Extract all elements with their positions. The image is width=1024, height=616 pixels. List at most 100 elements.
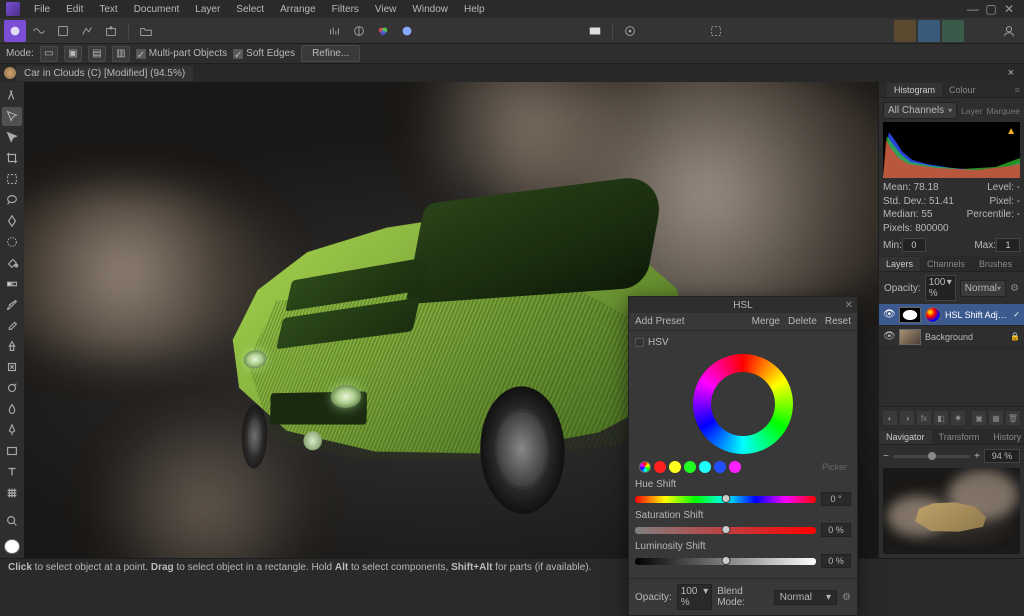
persona-tonemap-icon[interactable] (76, 20, 98, 42)
dodge-tool-icon[interactable] (2, 379, 22, 398)
histogram-layer-toggle[interactable]: Layer (961, 106, 982, 116)
tab-transform[interactable]: Transform (932, 430, 987, 444)
menu-layer[interactable]: Layer (187, 2, 228, 17)
sat-value[interactable]: 0 % (821, 523, 851, 537)
paint-brush-tool-icon[interactable] (2, 295, 22, 314)
tab-brushes[interactable]: Brushes (972, 257, 1019, 271)
visibility-icon[interactable]: 👁 (883, 309, 895, 321)
studio-swap-icon[interactable] (918, 20, 940, 42)
tab-history[interactable]: History (986, 430, 1024, 444)
mesh-tool-icon[interactable] (2, 483, 22, 502)
pen-tool-icon[interactable] (2, 421, 22, 440)
account-icon[interactable] (998, 20, 1020, 42)
hsl-titlebar[interactable]: HSL ✕ (629, 297, 857, 313)
fx-icon[interactable]: fx (917, 411, 931, 425)
inpaint-tool-icon[interactable] (2, 358, 22, 377)
color-wheel[interactable] (693, 354, 793, 454)
blend-ranges-icon[interactable]: ◧ (934, 411, 948, 425)
crop-tool-icon[interactable] (2, 149, 22, 168)
text-tool-icon[interactable] (2, 462, 22, 481)
reset-button[interactable]: Reset (825, 316, 851, 327)
zoom-in-icon[interactable]: + (974, 451, 980, 462)
persona-export-icon[interactable] (100, 20, 122, 42)
autolevels-icon[interactable] (324, 20, 346, 42)
lum-slider[interactable] (635, 558, 816, 565)
tab-navigator[interactable]: Navigator (879, 430, 932, 444)
swatch-blue[interactable] (714, 461, 726, 473)
node-tool-icon[interactable] (2, 128, 22, 147)
swatch-magenta[interactable] (729, 461, 741, 473)
hue-slider[interactable] (635, 496, 816, 503)
add-preset-button[interactable]: Add Preset (635, 316, 684, 327)
sat-slider[interactable] (635, 527, 816, 534)
navigator-preview[interactable] (883, 468, 1020, 554)
layer-mask-thumb[interactable] (899, 307, 921, 323)
layer-row[interactable]: 👁 Background 🔒 (879, 326, 1024, 348)
tab-stock[interactable]: Stock (1019, 257, 1024, 271)
erase-tool-icon[interactable] (2, 316, 22, 335)
mode-intersect-icon[interactable]: ▥ (112, 46, 130, 62)
group-icon[interactable]: ▣ (972, 411, 986, 425)
hsl-opacity-field[interactable]: 100 %▾ (677, 584, 713, 610)
autocontrast-icon[interactable] (348, 20, 370, 42)
refine-button[interactable]: Refine... (301, 45, 360, 62)
brush-select-tool-icon[interactable] (2, 232, 22, 251)
menu-arrange[interactable]: Arrange (272, 2, 324, 17)
multipart-checkbox[interactable]: ✓Multi-part Objects (136, 48, 227, 59)
tab-layers[interactable]: Layers (879, 257, 920, 271)
blend-dropdown[interactable]: Normal (960, 280, 1006, 297)
tab-channels[interactable]: Channels (920, 257, 972, 271)
adjustment-icon[interactable]: ◑ (900, 411, 914, 425)
menu-text[interactable]: Text (91, 2, 125, 17)
hsl-close-icon[interactable]: ✕ (845, 300, 853, 311)
mode-new-icon[interactable]: ▭ (40, 46, 58, 62)
menu-file[interactable]: File (26, 2, 58, 17)
lasso-tool-icon[interactable] (2, 191, 22, 210)
swatch-yellow[interactable] (669, 461, 681, 473)
blur-tool-icon[interactable] (2, 400, 22, 419)
layer-adj-thumb[interactable] (925, 307, 941, 323)
shape-tool-icon[interactable] (2, 441, 22, 460)
opacity-field[interactable]: 100 %▾ (925, 275, 956, 301)
layer-name[interactable]: Background (925, 332, 1006, 342)
zoom-slider[interactable] (893, 455, 970, 458)
delete-button[interactable]: Delete (788, 316, 817, 327)
tag-icon[interactable]: ⬥ (951, 411, 965, 425)
menu-view[interactable]: View (367, 2, 405, 17)
quickmask-icon[interactable] (705, 20, 727, 42)
maximize-icon[interactable]: ▢ (986, 4, 996, 14)
layer-lock-icon[interactable]: 🔒 (1010, 332, 1020, 341)
view-tool-icon[interactable] (2, 86, 22, 105)
layer-row[interactable]: 👁 HSL Shift Adjust... ✓ (879, 304, 1024, 326)
layer-settings-icon[interactable]: ⚙ (1010, 283, 1019, 294)
tab-colour[interactable]: Colour (942, 83, 983, 97)
swatch-red[interactable] (654, 461, 666, 473)
menu-select[interactable]: Select (228, 2, 272, 17)
layer-thumb[interactable] (899, 329, 921, 345)
gradient-tool-icon[interactable] (2, 274, 22, 293)
zoom-tool-icon[interactable] (2, 512, 22, 531)
panel-menu-icon[interactable]: ≡ (1015, 85, 1020, 95)
layer-lock-icon[interactable]: ✓ (1013, 310, 1020, 319)
menu-edit[interactable]: Edit (58, 2, 91, 17)
studio-reset-icon[interactable] (942, 20, 964, 42)
lum-value[interactable]: 0 % (821, 554, 851, 568)
close-icon[interactable]: ✕ (1004, 4, 1014, 14)
persona-photo-icon[interactable] (4, 20, 26, 42)
swatch-master[interactable] (639, 461, 651, 473)
layer-name[interactable]: HSL Shift Adjust... (945, 310, 1009, 320)
picker-button[interactable]: Picker (822, 462, 847, 472)
document-tab[interactable]: Car in Clouds (C) [Modified] (94.5%) (16, 66, 193, 81)
menu-help[interactable]: Help (456, 2, 493, 17)
assistant-icon[interactable] (619, 20, 641, 42)
mode-add-icon[interactable]: ▣ (64, 46, 82, 62)
clone-tool-icon[interactable] (2, 337, 22, 356)
fill-tool-icon[interactable] (2, 253, 22, 272)
menu-filters[interactable]: Filters (324, 2, 367, 17)
zoom-out-icon[interactable]: − (883, 451, 889, 462)
open-icon[interactable] (135, 20, 157, 42)
minimize-icon[interactable]: — (968, 4, 978, 14)
doc-close-icon[interactable]: × (1002, 67, 1020, 79)
autowb-icon[interactable] (396, 20, 418, 42)
studio-link-icon[interactable] (894, 20, 916, 42)
